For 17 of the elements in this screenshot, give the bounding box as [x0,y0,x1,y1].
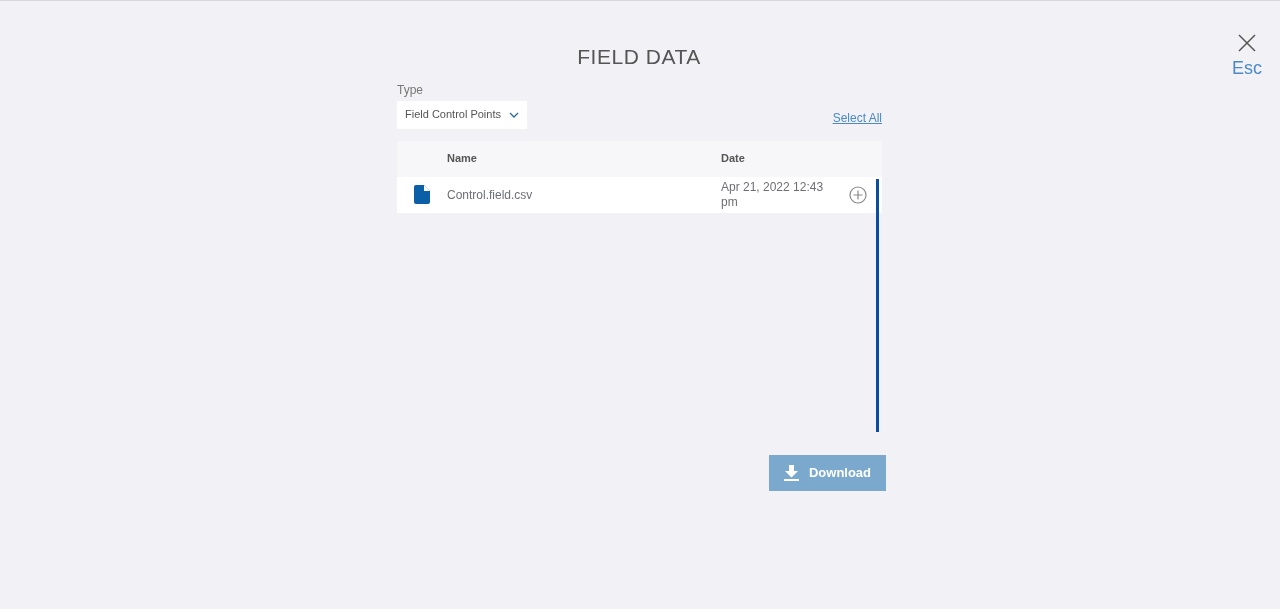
download-button: Download [769,454,886,491]
add-icon[interactable] [849,185,867,204]
esc-label[interactable]: Esc [1232,55,1262,82]
dialog-title: FIELD DATA [576,44,702,70]
file-name: Control.field.csv [447,186,534,204]
file-date: Apr 21, 2022 12:43 pm [721,179,825,210]
column-header: Name [447,151,478,167]
chevron-down-icon [509,111,519,118]
scrollbar[interactable] [876,178,879,432]
file-icon [414,185,430,204]
download-icon [783,464,799,481]
type-label: Type [397,81,424,99]
column-header: Date [721,151,745,167]
close-icon[interactable] [1237,33,1257,53]
type-dropdown[interactable]: Field Control Points [397,100,527,129]
file-row[interactable]: Control.field.csv Apr 21, 2022 12:43 pm [397,176,882,213]
select-all-link[interactable]: Select All [832,108,882,127]
